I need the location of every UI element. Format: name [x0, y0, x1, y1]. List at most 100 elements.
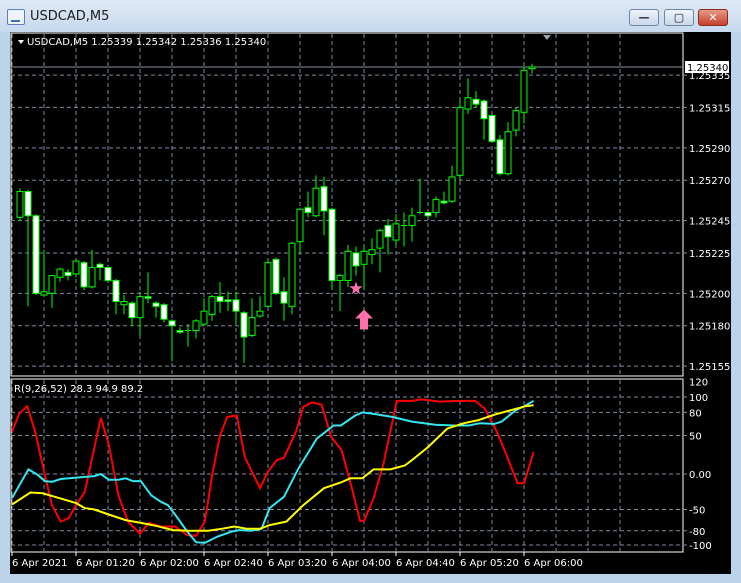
indicator-line-r9 — [11, 398, 535, 537]
maximize-button[interactable]: ▢ — [664, 9, 694, 26]
candle — [432, 196, 440, 218]
candle — [328, 207, 336, 291]
candle-body-bull — [432, 199, 440, 214]
candle — [472, 91, 480, 108]
time-axis-label: 6 Apr 06:00 — [524, 558, 583, 569]
price-axis-label: 1.25225 — [689, 249, 730, 260]
candle-body-bear — [64, 271, 72, 277]
candle-body-bull — [120, 300, 128, 306]
price-axis-label: 1.25200 — [689, 289, 730, 300]
candle — [296, 207, 304, 253]
collapse-triangle-icon — [18, 40, 24, 44]
candle-body-bull — [392, 223, 400, 241]
candle — [288, 241, 296, 315]
candle — [96, 262, 104, 281]
indicator-axis-label: 100 — [689, 393, 708, 404]
candle — [504, 121, 512, 176]
candle-body-bull — [288, 242, 296, 307]
price-axis-label: 1.25270 — [689, 176, 730, 187]
candle-body-bull — [136, 296, 144, 319]
candle — [112, 278, 120, 315]
candle — [448, 165, 456, 203]
candle-body-bear — [96, 263, 104, 269]
candle — [240, 311, 248, 363]
candle-body-bear — [104, 267, 112, 281]
candle-body-bull — [48, 275, 56, 294]
candle-body-bear — [496, 139, 504, 175]
price-chart-canvas[interactable]: 1.253351.253151.252901.252701.252451.252… — [10, 32, 731, 574]
candle — [152, 301, 160, 318]
candle — [512, 107, 520, 137]
candle-body-bull — [40, 291, 48, 296]
candle — [272, 257, 280, 295]
candle — [392, 214, 400, 245]
candle — [344, 244, 352, 287]
candle-body-bull — [264, 262, 272, 307]
candle-body-bear — [144, 296, 152, 299]
indicator-axis-label: 120 — [689, 378, 708, 389]
candle — [312, 175, 320, 218]
candle-body-bear — [352, 252, 360, 267]
candle — [280, 277, 288, 321]
candle-body-bear — [320, 186, 328, 212]
candle — [128, 301, 136, 326]
candle-body-bull — [256, 310, 264, 317]
candle — [496, 134, 504, 176]
candle — [136, 291, 144, 336]
candle-body-bull — [376, 229, 384, 249]
candle — [480, 99, 488, 140]
price-axis-label: 1.25155 — [689, 362, 730, 373]
candle — [440, 191, 448, 205]
candle — [16, 188, 24, 221]
indicator-line-r26 — [11, 400, 535, 544]
candle — [232, 291, 240, 325]
candle — [456, 99, 464, 181]
candle-body-bear — [304, 207, 312, 214]
symbol-header: USDCAD,M5 1.25339 1.25342 1.25336 1.2534… — [27, 37, 266, 48]
close-button[interactable]: ✕ — [698, 9, 728, 26]
candle-body-bull — [360, 250, 368, 265]
candle-body-bear — [160, 304, 168, 320]
candle-body-bear — [480, 100, 488, 120]
candle-body-bull — [312, 187, 320, 217]
candle — [304, 191, 312, 218]
candle-body-bull — [520, 69, 528, 113]
candle-body-bear — [488, 115, 496, 142]
candle-body-bull — [464, 97, 472, 110]
close-icon: ✕ — [708, 11, 718, 24]
candle-body-bull — [56, 268, 64, 278]
current-price-label: 1.25340 — [687, 63, 728, 74]
candle — [32, 214, 40, 295]
candle — [424, 210, 432, 218]
chart-window[interactable]: 1.25335 1.25315 1.25290 1.25270 1.25245 1.252… — [10, 32, 731, 574]
candle-body-bear — [224, 299, 232, 302]
candle — [80, 261, 88, 291]
candle — [168, 319, 176, 362]
main-chart-frame — [10, 32, 684, 377]
candle-body-bull — [504, 131, 512, 175]
minimize-button[interactable]: — — [629, 9, 659, 26]
candle — [488, 113, 496, 143]
candle — [224, 291, 232, 312]
price-axis-label: 1.25245 — [689, 217, 730, 228]
candle — [417, 178, 423, 215]
candle-body-bear — [168, 320, 176, 327]
candle — [200, 298, 208, 326]
indicator-axis-label: 50 — [689, 432, 702, 443]
candle-body-bull — [200, 310, 208, 325]
window-title: USDCAD,M5 — [30, 9, 110, 24]
candle — [408, 207, 416, 242]
candle — [384, 218, 392, 255]
candle-body-bear — [280, 291, 288, 304]
candle-body-bear — [176, 330, 184, 333]
candle — [48, 275, 56, 308]
candle-body-bear — [472, 98, 480, 105]
title-bar: USDCAD,M5 — ▢ ✕ — [0, 0, 741, 32]
price-axis-label: 1.25180 — [689, 322, 730, 333]
maximize-icon: ▢ — [673, 11, 685, 24]
candle-body-bear — [232, 299, 240, 312]
candle — [216, 282, 224, 313]
candle-body-bear — [32, 215, 40, 294]
chart-window-icon — [7, 9, 25, 25]
time-axis-label: 6 Apr 05:20 — [460, 558, 519, 569]
